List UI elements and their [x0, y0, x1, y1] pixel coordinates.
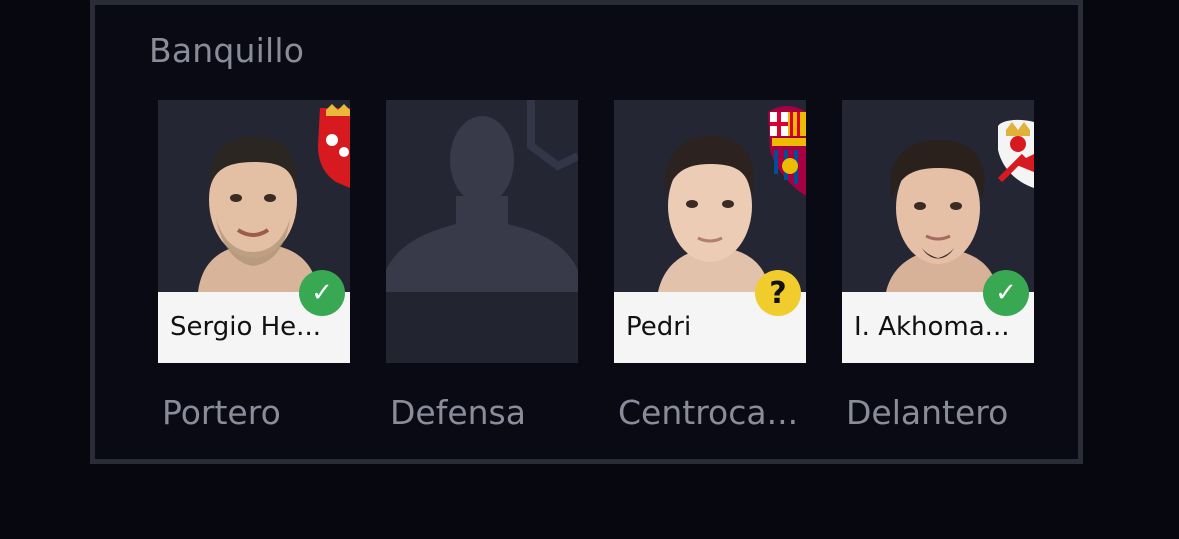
check-icon: ✓ — [299, 270, 345, 316]
player-card-midfielder[interactable]: Pedri ? — [614, 100, 806, 363]
player-photo — [158, 100, 350, 292]
player-card-defender-empty[interactable] — [386, 100, 578, 363]
bench-title: Banquillo — [149, 31, 305, 70]
check-icon: ✓ — [983, 270, 1029, 316]
osasuna-crest-icon — [318, 104, 350, 188]
player-name: Sergio He... — [170, 312, 321, 342]
position-label-forward: Delantero — [846, 393, 1009, 432]
player-nameplate — [386, 292, 578, 363]
player-card-forward[interactable]: I. Akhoma... ✓ — [842, 100, 1034, 363]
player-card-goalkeeper[interactable]: Sergio He... ✓ — [158, 100, 350, 363]
barcelona-crest-icon — [768, 106, 806, 196]
empty-player-silhouette-icon — [386, 100, 578, 292]
player-photo — [614, 100, 806, 292]
position-label-midfielder: Centroca... — [618, 393, 799, 432]
position-label-goalkeeper: Portero — [162, 393, 281, 432]
player-name: Pedri — [626, 312, 692, 342]
rayo-vallecano-crest-icon — [997, 119, 1034, 188]
question-icon: ? — [755, 270, 801, 316]
player-name: I. Akhoma... — [854, 312, 1010, 342]
bench-panel: Banquillo Sergio He... ✓ Pedri ? I. Akho… — [90, 0, 1083, 464]
position-label-defender: Defensa — [390, 393, 526, 432]
player-photo — [842, 100, 1034, 292]
